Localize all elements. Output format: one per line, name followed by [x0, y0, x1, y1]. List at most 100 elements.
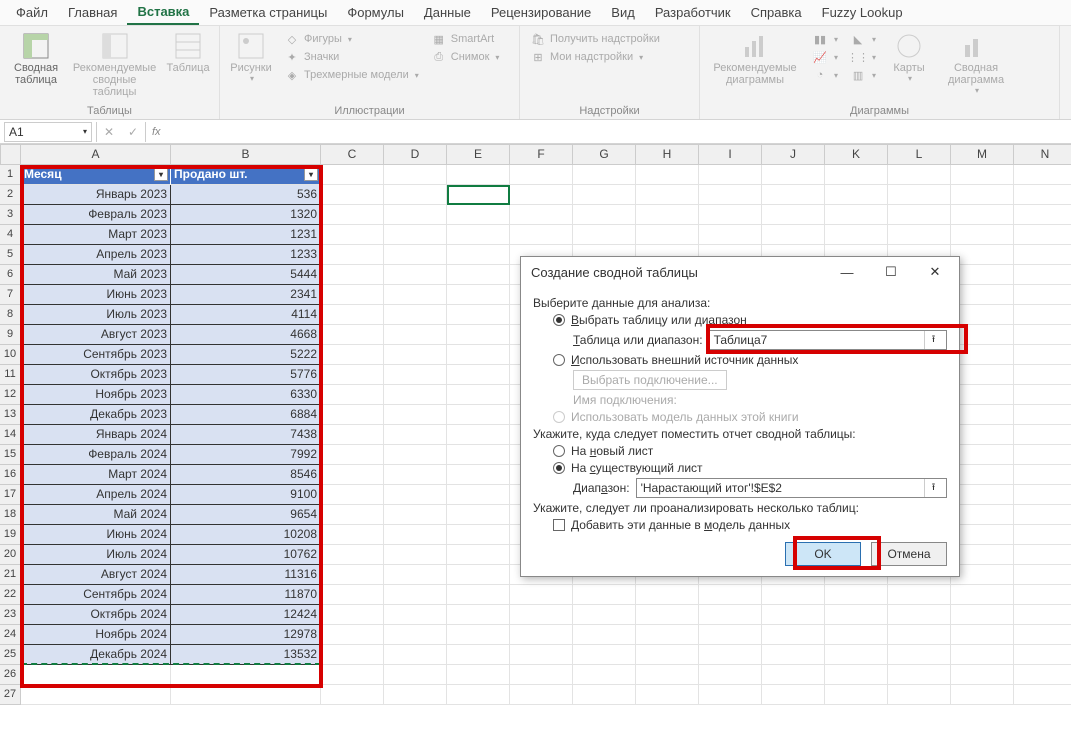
cell-A3[interactable]: Февраль 2023: [21, 205, 171, 225]
cell-A18[interactable]: Май 2024: [21, 505, 171, 525]
cell-K1[interactable]: [825, 165, 888, 185]
row-header-27[interactable]: 27: [0, 685, 21, 705]
cell-E10[interactable]: [447, 345, 510, 365]
cell-A1[interactable]: Месяц▾: [21, 165, 171, 185]
collapse-range-icon[interactable]: ⭱: [924, 479, 942, 497]
cell-F1[interactable]: [510, 165, 573, 185]
cell-D8[interactable]: [384, 305, 447, 325]
cell-A11[interactable]: Октябрь 2023: [21, 365, 171, 385]
cell-A25[interactable]: Декабрь 2024: [21, 645, 171, 665]
cell-F26[interactable]: [510, 665, 573, 685]
row-header-17[interactable]: 17: [0, 485, 21, 505]
cell-J24[interactable]: [762, 625, 825, 645]
cell-C22[interactable]: [321, 585, 384, 605]
cell-D20[interactable]: [384, 545, 447, 565]
cell-C14[interactable]: [321, 425, 384, 445]
chart-pie-button[interactable]: ◔▾: [808, 66, 842, 84]
column-header-J[interactable]: J: [762, 144, 825, 165]
cell-B3[interactable]: 1320: [171, 205, 321, 225]
column-header-G[interactable]: G: [573, 144, 636, 165]
cell-C23[interactable]: [321, 605, 384, 625]
cell-L2[interactable]: [888, 185, 951, 205]
cell-L22[interactable]: [888, 585, 951, 605]
cell-L4[interactable]: [888, 225, 951, 245]
cell-D6[interactable]: [384, 265, 447, 285]
cell-K26[interactable]: [825, 665, 888, 685]
get-addins-button[interactable]: 🛍Получить надстройки: [526, 30, 664, 48]
cell-N9[interactable]: [1014, 325, 1071, 345]
cell-M18[interactable]: [951, 505, 1014, 525]
option-new-sheet[interactable]: На новый лист: [553, 444, 947, 458]
cell-K22[interactable]: [825, 585, 888, 605]
menu-formulas[interactable]: Формулы: [337, 1, 414, 24]
column-header-I[interactable]: I: [699, 144, 762, 165]
cell-D27[interactable]: [384, 685, 447, 705]
pivot-table-button[interactable]: Сводная таблица: [6, 30, 66, 88]
cell-E19[interactable]: [447, 525, 510, 545]
cell-M23[interactable]: [951, 605, 1014, 625]
cell-M21[interactable]: [951, 565, 1014, 585]
cell-G26[interactable]: [573, 665, 636, 685]
cell-E20[interactable]: [447, 545, 510, 565]
cell-E24[interactable]: [447, 625, 510, 645]
cell-E26[interactable]: [447, 665, 510, 685]
cell-I25[interactable]: [699, 645, 762, 665]
row-header-3[interactable]: 3: [0, 205, 21, 225]
cell-E12[interactable]: [447, 385, 510, 405]
menu-home[interactable]: Главная: [58, 1, 127, 24]
cell-C24[interactable]: [321, 625, 384, 645]
row-header-22[interactable]: 22: [0, 585, 21, 605]
cell-K24[interactable]: [825, 625, 888, 645]
select-all-corner[interactable]: [0, 144, 21, 165]
cell-M4[interactable]: [951, 225, 1014, 245]
cell-N27[interactable]: [1014, 685, 1071, 705]
menu-help[interactable]: Справка: [741, 1, 812, 24]
cell-G3[interactable]: [573, 205, 636, 225]
cell-C19[interactable]: [321, 525, 384, 545]
cell-M16[interactable]: [951, 465, 1014, 485]
cell-E17[interactable]: [447, 485, 510, 505]
cell-E4[interactable]: [447, 225, 510, 245]
table-button[interactable]: Таблица: [163, 30, 213, 76]
cell-C10[interactable]: [321, 345, 384, 365]
cell-G1[interactable]: [573, 165, 636, 185]
cell-E14[interactable]: [447, 425, 510, 445]
cell-E22[interactable]: [447, 585, 510, 605]
cell-N13[interactable]: [1014, 405, 1071, 425]
cell-N14[interactable]: [1014, 425, 1071, 445]
column-header-C[interactable]: C: [321, 144, 384, 165]
cell-B2[interactable]: 536: [171, 185, 321, 205]
cell-N19[interactable]: [1014, 525, 1071, 545]
row-header-21[interactable]: 21: [0, 565, 21, 585]
cell-N11[interactable]: [1014, 365, 1071, 385]
cell-H23[interactable]: [636, 605, 699, 625]
cell-N10[interactable]: [1014, 345, 1071, 365]
cell-N4[interactable]: [1014, 225, 1071, 245]
cell-I27[interactable]: [699, 685, 762, 705]
option-add-model[interactable]: Добавить эти данные в модель данных: [553, 518, 947, 532]
cell-B27[interactable]: [171, 685, 321, 705]
option-select-table[interactable]: Выбрать таблицу или диапазон: [553, 313, 947, 327]
cell-E15[interactable]: [447, 445, 510, 465]
cell-J25[interactable]: [762, 645, 825, 665]
row-header-26[interactable]: 26: [0, 665, 21, 685]
cell-I2[interactable]: [699, 185, 762, 205]
cell-M12[interactable]: [951, 385, 1014, 405]
cell-F25[interactable]: [510, 645, 573, 665]
cell-N12[interactable]: [1014, 385, 1071, 405]
cell-D22[interactable]: [384, 585, 447, 605]
cell-B14[interactable]: 7438: [171, 425, 321, 445]
cell-N5[interactable]: [1014, 245, 1071, 265]
cell-E23[interactable]: [447, 605, 510, 625]
cell-I1[interactable]: [699, 165, 762, 185]
cell-B24[interactable]: 12978: [171, 625, 321, 645]
cell-A6[interactable]: Май 2023: [21, 265, 171, 285]
cell-D10[interactable]: [384, 345, 447, 365]
cell-C6[interactable]: [321, 265, 384, 285]
column-header-L[interactable]: L: [888, 144, 951, 165]
cell-F2[interactable]: [510, 185, 573, 205]
checkbox-add-model[interactable]: [553, 519, 565, 531]
column-header-B[interactable]: B: [171, 144, 321, 165]
shapes-button[interactable]: ◇Фигуры▾: [280, 30, 423, 48]
column-header-M[interactable]: M: [951, 144, 1014, 165]
